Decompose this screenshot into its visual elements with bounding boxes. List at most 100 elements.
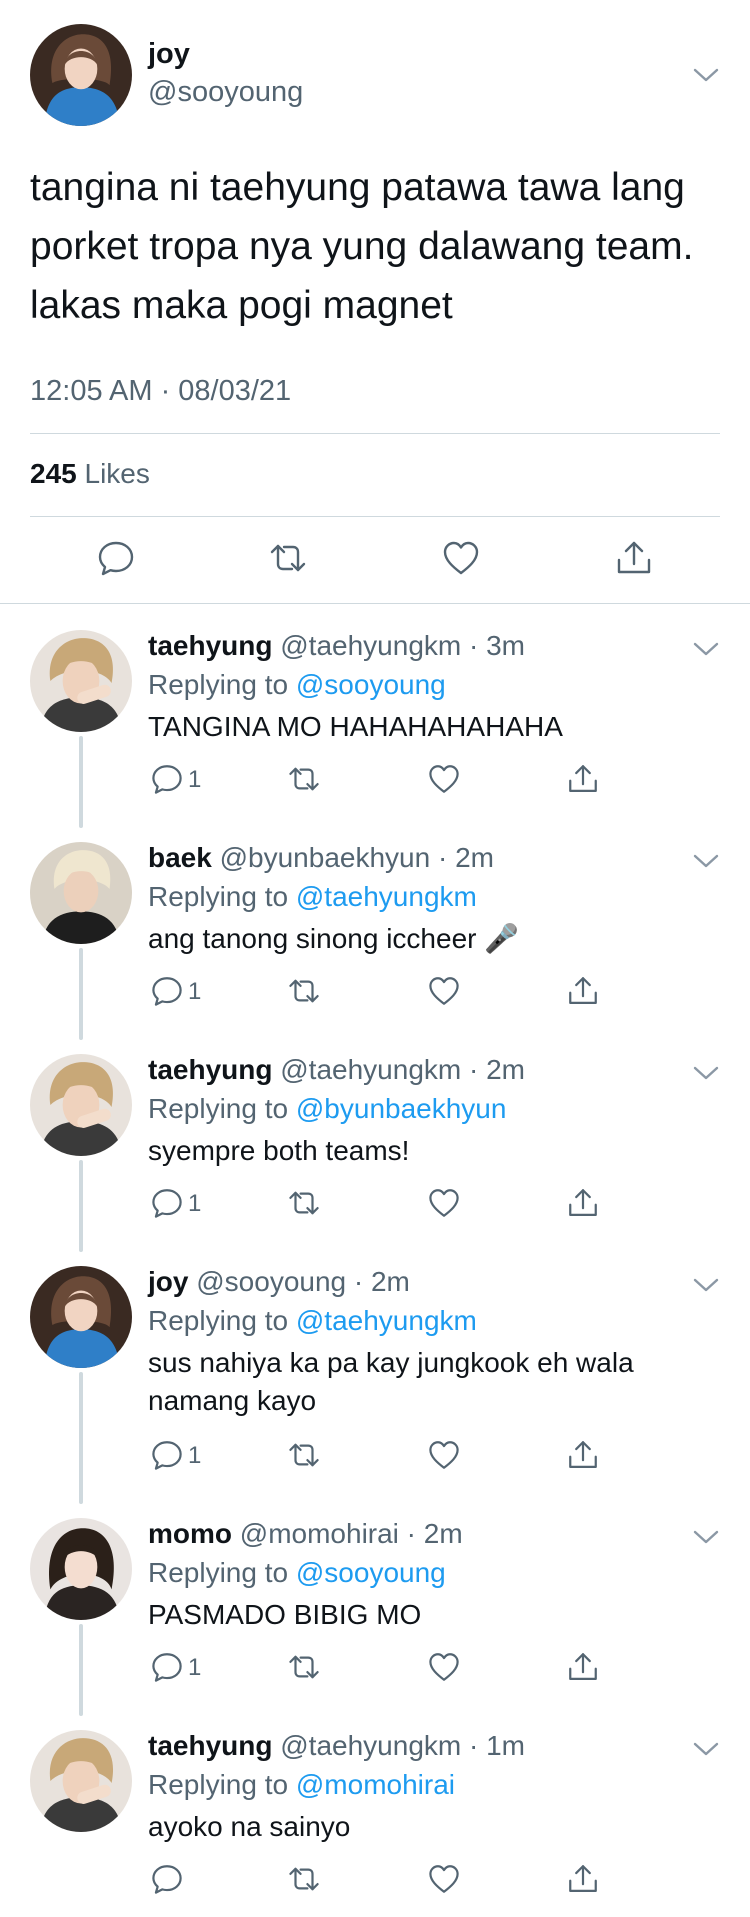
reply-tweet[interactable]: taehyung @taehyungkm · 1m Replying to @m… xyxy=(0,1706,750,1917)
author-handle[interactable]: @sooyoung xyxy=(148,76,303,109)
mention-link[interactable]: @momohirai xyxy=(296,1769,455,1800)
reply-tweet[interactable]: taehyung @taehyungkm · 2m Replying to @b… xyxy=(0,1030,750,1252)
chevron-down-icon[interactable] xyxy=(692,1740,720,1758)
mention-link[interactable]: @sooyoung xyxy=(296,669,446,700)
reply-icon[interactable] xyxy=(150,1438,184,1472)
replying-to-label: Replying to xyxy=(148,1305,296,1336)
reply-tweet[interactable]: momo @momohirai · 2m Replying to @sooyou… xyxy=(0,1494,750,1716)
reply-count: 1 xyxy=(188,1190,202,1217)
reply-icon[interactable] xyxy=(150,1862,184,1896)
avatar[interactable] xyxy=(30,1266,132,1368)
mention-link[interactable]: @byunbaekhyun xyxy=(296,1093,507,1124)
share-icon[interactable] xyxy=(566,1186,600,1220)
author-name[interactable]: momo xyxy=(148,1518,232,1549)
reply-icon[interactable] xyxy=(150,1650,184,1684)
author-name[interactable]: taehyung xyxy=(148,1730,272,1761)
reply-header: taehyung @taehyungkm · 1m xyxy=(148,1730,525,1762)
tweet-text-line: lakas maka pogi magnet xyxy=(30,284,453,327)
tweet-timestamp[interactable]: 12:05 AM · 08/03/21 xyxy=(30,375,291,408)
author-name[interactable]: taehyung xyxy=(148,1054,272,1085)
chevron-down-icon[interactable] xyxy=(692,66,720,84)
author-meta: @byunbaekhyun · 2m xyxy=(211,842,494,873)
retweet-icon[interactable] xyxy=(287,762,321,796)
divider xyxy=(30,516,720,517)
reply-text: syempre both teams! xyxy=(148,1135,410,1166)
reply-icon[interactable] xyxy=(96,538,136,578)
reply-tweet[interactable]: baek @byunbaekhyun · 2m Replying to @tae… xyxy=(0,818,750,1040)
author-name[interactable]: joy xyxy=(148,38,190,71)
chevron-down-icon[interactable] xyxy=(692,1528,720,1546)
reply-header: taehyung @taehyungkm · 3m xyxy=(148,630,525,662)
reply-icon[interactable] xyxy=(150,762,184,796)
reply-tweet[interactable]: joy @sooyoung · 2m Replying to @taehyung… xyxy=(0,1242,750,1504)
replying-to: Replying to @taehyungkm xyxy=(148,881,477,913)
chevron-down-icon[interactable] xyxy=(692,1064,720,1082)
share-icon[interactable] xyxy=(566,974,600,1008)
share-icon[interactable] xyxy=(566,1438,600,1472)
tweet-text-line: tangina ni taehyung patawa tawa lang xyxy=(30,166,685,209)
reply-text: TANGINA MO HAHAHAHAHAHA xyxy=(148,711,563,742)
heart-icon[interactable] xyxy=(427,1862,461,1896)
reply-icon[interactable] xyxy=(150,974,184,1008)
share-icon[interactable] xyxy=(566,762,600,796)
reply-count: 1 xyxy=(188,766,202,793)
heart-icon[interactable] xyxy=(441,538,481,578)
reply-header: momo @momohirai · 2m xyxy=(148,1518,463,1550)
heart-icon[interactable] xyxy=(427,762,461,796)
reply-tweet[interactable]: taehyung @taehyungkm · 3m Replying to @s… xyxy=(0,606,750,828)
replying-to: Replying to @sooyoung xyxy=(148,669,446,701)
avatar[interactable] xyxy=(30,842,132,944)
replying-to: Replying to @byunbaekhyun xyxy=(148,1093,506,1125)
avatar[interactable] xyxy=(30,630,132,732)
retweet-icon[interactable] xyxy=(287,974,321,1008)
share-icon[interactable] xyxy=(566,1650,600,1684)
retweet-icon[interactable] xyxy=(287,1650,321,1684)
heart-icon[interactable] xyxy=(427,1438,461,1472)
thread-line xyxy=(79,948,83,1040)
replying-to-label: Replying to xyxy=(148,669,296,700)
thread-line xyxy=(79,736,83,828)
mention-link[interactable]: @sooyoung xyxy=(296,1557,446,1588)
reply-header: joy @sooyoung · 2m xyxy=(148,1266,410,1298)
avatar[interactable] xyxy=(30,1518,132,1620)
heart-icon[interactable] xyxy=(427,1650,461,1684)
share-icon[interactable] xyxy=(614,538,654,578)
author-meta: @taehyungkm · 2m xyxy=(272,1054,525,1085)
replying-to-label: Replying to xyxy=(148,881,296,912)
avatar[interactable] xyxy=(30,1054,132,1156)
retweet-icon[interactable] xyxy=(268,538,308,578)
reply-icon[interactable] xyxy=(150,1186,184,1220)
author-name[interactable]: taehyung xyxy=(148,630,272,661)
reply-header: baek @byunbaekhyun · 2m xyxy=(148,842,494,874)
mention-link[interactable]: @taehyungkm xyxy=(296,881,477,912)
author-meta: @momohirai · 2m xyxy=(232,1518,463,1549)
author-name[interactable]: joy xyxy=(148,1266,188,1297)
mention-link[interactable]: @taehyungkm xyxy=(296,1305,477,1336)
likes-label: Likes xyxy=(84,458,150,489)
heart-icon[interactable] xyxy=(427,1186,461,1220)
reply-text: ayoko na sainyo xyxy=(148,1811,351,1842)
divider xyxy=(0,603,750,604)
likes-count: 245 xyxy=(30,458,77,489)
author-name[interactable]: baek xyxy=(148,842,212,873)
chevron-down-icon[interactable] xyxy=(692,852,720,870)
replying-to-label: Replying to xyxy=(148,1769,296,1800)
likes-stat[interactable]: 245 Likes xyxy=(30,458,150,490)
heart-icon[interactable] xyxy=(427,974,461,1008)
chevron-down-icon[interactable] xyxy=(692,640,720,658)
retweet-icon[interactable] xyxy=(287,1186,321,1220)
reply-header: taehyung @taehyungkm · 2m xyxy=(148,1054,525,1086)
share-icon[interactable] xyxy=(566,1862,600,1896)
avatar[interactable] xyxy=(30,1730,132,1832)
reply-text: sus nahiya ka pa kay jungkook eh wala na… xyxy=(148,1347,634,1416)
author-meta: @taehyungkm · 3m xyxy=(272,630,525,661)
reply-count: 1 xyxy=(188,1442,202,1469)
author-meta: @sooyoung · 2m xyxy=(188,1266,410,1297)
retweet-icon[interactable] xyxy=(287,1438,321,1472)
retweet-icon[interactable] xyxy=(287,1862,321,1896)
chevron-down-icon[interactable] xyxy=(692,1276,720,1294)
avatar[interactable] xyxy=(30,24,132,126)
tweet-text: tangina ni taehyung patawa tawa lang por… xyxy=(30,158,730,335)
replying-to: Replying to @taehyungkm xyxy=(148,1305,477,1337)
thread-line xyxy=(79,1372,83,1504)
